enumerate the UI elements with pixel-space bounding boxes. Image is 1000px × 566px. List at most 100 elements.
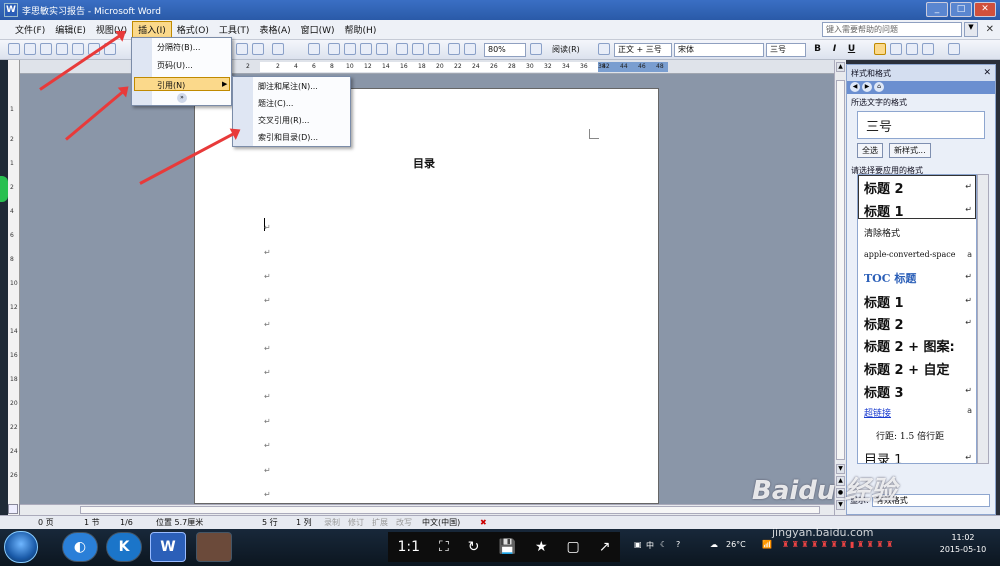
style-item[interactable]: 标题 2 — [864, 178, 904, 197]
document-close-icon[interactable]: ✕ — [986, 24, 994, 35]
style-item[interactable]: 超链接 — [864, 406, 891, 419]
save-icon[interactable] — [40, 43, 52, 55]
minimize-button[interactable]: _ — [926, 2, 948, 17]
menu-item-reference[interactable]: 引用(N) — [157, 80, 185, 91]
start-button[interactable] — [4, 531, 38, 563]
menu-insert[interactable]: 插入(I) — [132, 21, 172, 38]
fullscreen-icon[interactable]: ⛶ — [439, 539, 449, 555]
help-search-input[interactable]: 键入需要帮助的问题 — [822, 22, 962, 37]
task-pane-close-icon[interactable]: ✕ — [983, 68, 991, 78]
horizontal-scrollbar[interactable] — [20, 504, 834, 515]
columns-icon[interactable] — [396, 43, 408, 55]
weather-icon[interactable]: ☁ — [710, 540, 718, 549]
permission-icon[interactable] — [56, 43, 68, 55]
scroll-thumb[interactable] — [80, 506, 820, 514]
kugou-icon[interactable]: K — [106, 532, 142, 562]
styles-pane-icon[interactable] — [598, 43, 610, 55]
scroll-up-icon[interactable]: ▲ — [836, 62, 845, 72]
wifi-icon[interactable]: 📶 — [762, 540, 772, 549]
style-item[interactable]: 标题 1 — [864, 201, 904, 220]
menu-file[interactable]: 文件(F) — [10, 22, 50, 37]
new-icon[interactable] — [8, 43, 20, 55]
redo-icon[interactable] — [308, 43, 320, 55]
align-left-icon[interactable] — [874, 43, 886, 55]
font-size-select[interactable]: 三号 — [766, 43, 806, 57]
underline-button[interactable]: U — [845, 43, 858, 56]
word-taskbar-icon[interactable]: W — [150, 532, 186, 562]
back-icon[interactable]: ◀ — [850, 82, 860, 92]
scroll-thumb[interactable] — [836, 80, 845, 460]
menu-item-caption[interactable]: 题注(C)... — [258, 98, 293, 109]
insert-excel-icon[interactable] — [376, 43, 388, 55]
tray-moon-icon[interactable]: ☾ — [660, 540, 667, 549]
tables-borders-icon[interactable] — [344, 43, 356, 55]
style-item[interactable]: 标题 1 — [864, 292, 904, 311]
style-item[interactable]: 标题 3 — [864, 382, 904, 401]
home-icon[interactable]: ⌂ — [874, 82, 884, 92]
style-item[interactable]: apple-converted-space — [864, 250, 956, 259]
user-avatar[interactable] — [196, 532, 232, 562]
insert-table-icon[interactable] — [360, 43, 372, 55]
close-button[interactable]: ✕ — [974, 2, 996, 17]
forward-icon[interactable]: ▶ — [862, 82, 872, 92]
print-icon[interactable] — [72, 43, 84, 55]
menu-window[interactable]: 窗口(W) — [296, 22, 340, 37]
menu-item-page-number[interactable]: 页码(U)... — [157, 60, 193, 71]
favorite-icon[interactable]: ★ — [535, 539, 548, 555]
style-item[interactable]: 标题 2 + 图案: — [864, 336, 955, 355]
status-ovr[interactable]: 改写 — [396, 517, 412, 529]
new-style-button[interactable]: 新样式... — [889, 143, 931, 158]
style-list-scrollbar[interactable] — [977, 174, 989, 464]
menu-item-cross-reference[interactable]: 交叉引用(R)... — [258, 115, 309, 126]
tray-notify-icon[interactable]: ♜ ♜ ♜ ♜ ♜ ♜ ♜ ▮ ♜ ♜ ♜ ♜ — [782, 540, 893, 549]
window-icon[interactable]: ▢ — [566, 539, 579, 555]
normal-view-icon[interactable] — [8, 504, 18, 514]
menu-help[interactable]: 帮助(H) — [340, 22, 382, 37]
clock[interactable]: 11:02 2015-05-10 — [930, 532, 996, 556]
style-item[interactable]: 标题 2 + 自定 — [864, 359, 950, 378]
menu-item-break[interactable]: 分隔符(B)... — [157, 42, 200, 53]
italic-button[interactable]: I — [828, 43, 841, 56]
maximize-button[interactable]: □ — [950, 2, 972, 17]
show-hide-icon[interactable] — [448, 43, 460, 55]
selected-format-box[interactable]: 三号 — [857, 111, 985, 139]
share-icon[interactable]: ↗ — [599, 539, 611, 555]
style-item[interactable]: 行距: 1.5 倍行距 — [876, 429, 944, 442]
floating-widget-icon[interactable] — [0, 176, 8, 202]
spelling-status-icon[interactable]: ✖ — [480, 517, 487, 529]
style-select[interactable]: 正文 + 三号 — [614, 43, 672, 57]
open-icon[interactable] — [24, 43, 36, 55]
bold-button[interactable]: B — [811, 43, 824, 56]
menu-item-index-toc[interactable]: 索引和目录(D)... — [258, 132, 318, 143]
save-icon[interactable]: 💾 — [499, 539, 516, 555]
style-item[interactable]: 清除格式 — [864, 226, 900, 239]
menu-format[interactable]: 格式(O) — [172, 22, 214, 37]
help-dropdown-icon[interactable]: ▼ — [964, 22, 978, 37]
align-center-icon[interactable] — [890, 43, 902, 55]
read-button[interactable]: 阅读(R) — [552, 43, 580, 57]
select-all-button[interactable]: 全选 — [857, 143, 883, 158]
tray-app-icon[interactable]: ▣ — [634, 540, 642, 549]
align-right-icon[interactable] — [906, 43, 918, 55]
menu-table[interactable]: 表格(A) — [254, 22, 295, 37]
menu-edit[interactable]: 编辑(E) — [50, 22, 91, 37]
ratio-button[interactable]: 1:1 — [397, 539, 420, 555]
browser-icon[interactable]: ◐ — [62, 532, 98, 562]
font-select[interactable]: 宋体 — [674, 43, 764, 57]
paste-icon[interactable] — [236, 43, 248, 55]
style-item[interactable]: 目录 1 — [864, 449, 902, 463]
ink-icon[interactable] — [464, 43, 476, 55]
menu-tools[interactable]: 工具(T) — [214, 22, 255, 37]
style-item[interactable]: 标题 2 — [864, 314, 904, 333]
status-rec[interactable]: 录制 — [324, 517, 340, 529]
vertical-ruler[interactable]: 1 2 1 2 4 6 8 10 12 14 16 18 20 22 24 26 — [8, 60, 20, 515]
format-painter-icon[interactable] — [252, 43, 264, 55]
drawing-icon[interactable] — [412, 43, 424, 55]
help-icon[interactable] — [530, 43, 542, 55]
undo-icon[interactable] — [272, 43, 284, 55]
vertical-scrollbar[interactable]: ▲ ▼ ▲ ● ▼ — [834, 60, 846, 515]
font-color-icon[interactable] — [948, 43, 960, 55]
status-ext[interactable]: 扩展 — [372, 517, 388, 529]
menu-item-footnote[interactable]: 脚注和尾注(N)... — [258, 81, 318, 92]
tray-lang[interactable]: 中 — [646, 540, 654, 551]
